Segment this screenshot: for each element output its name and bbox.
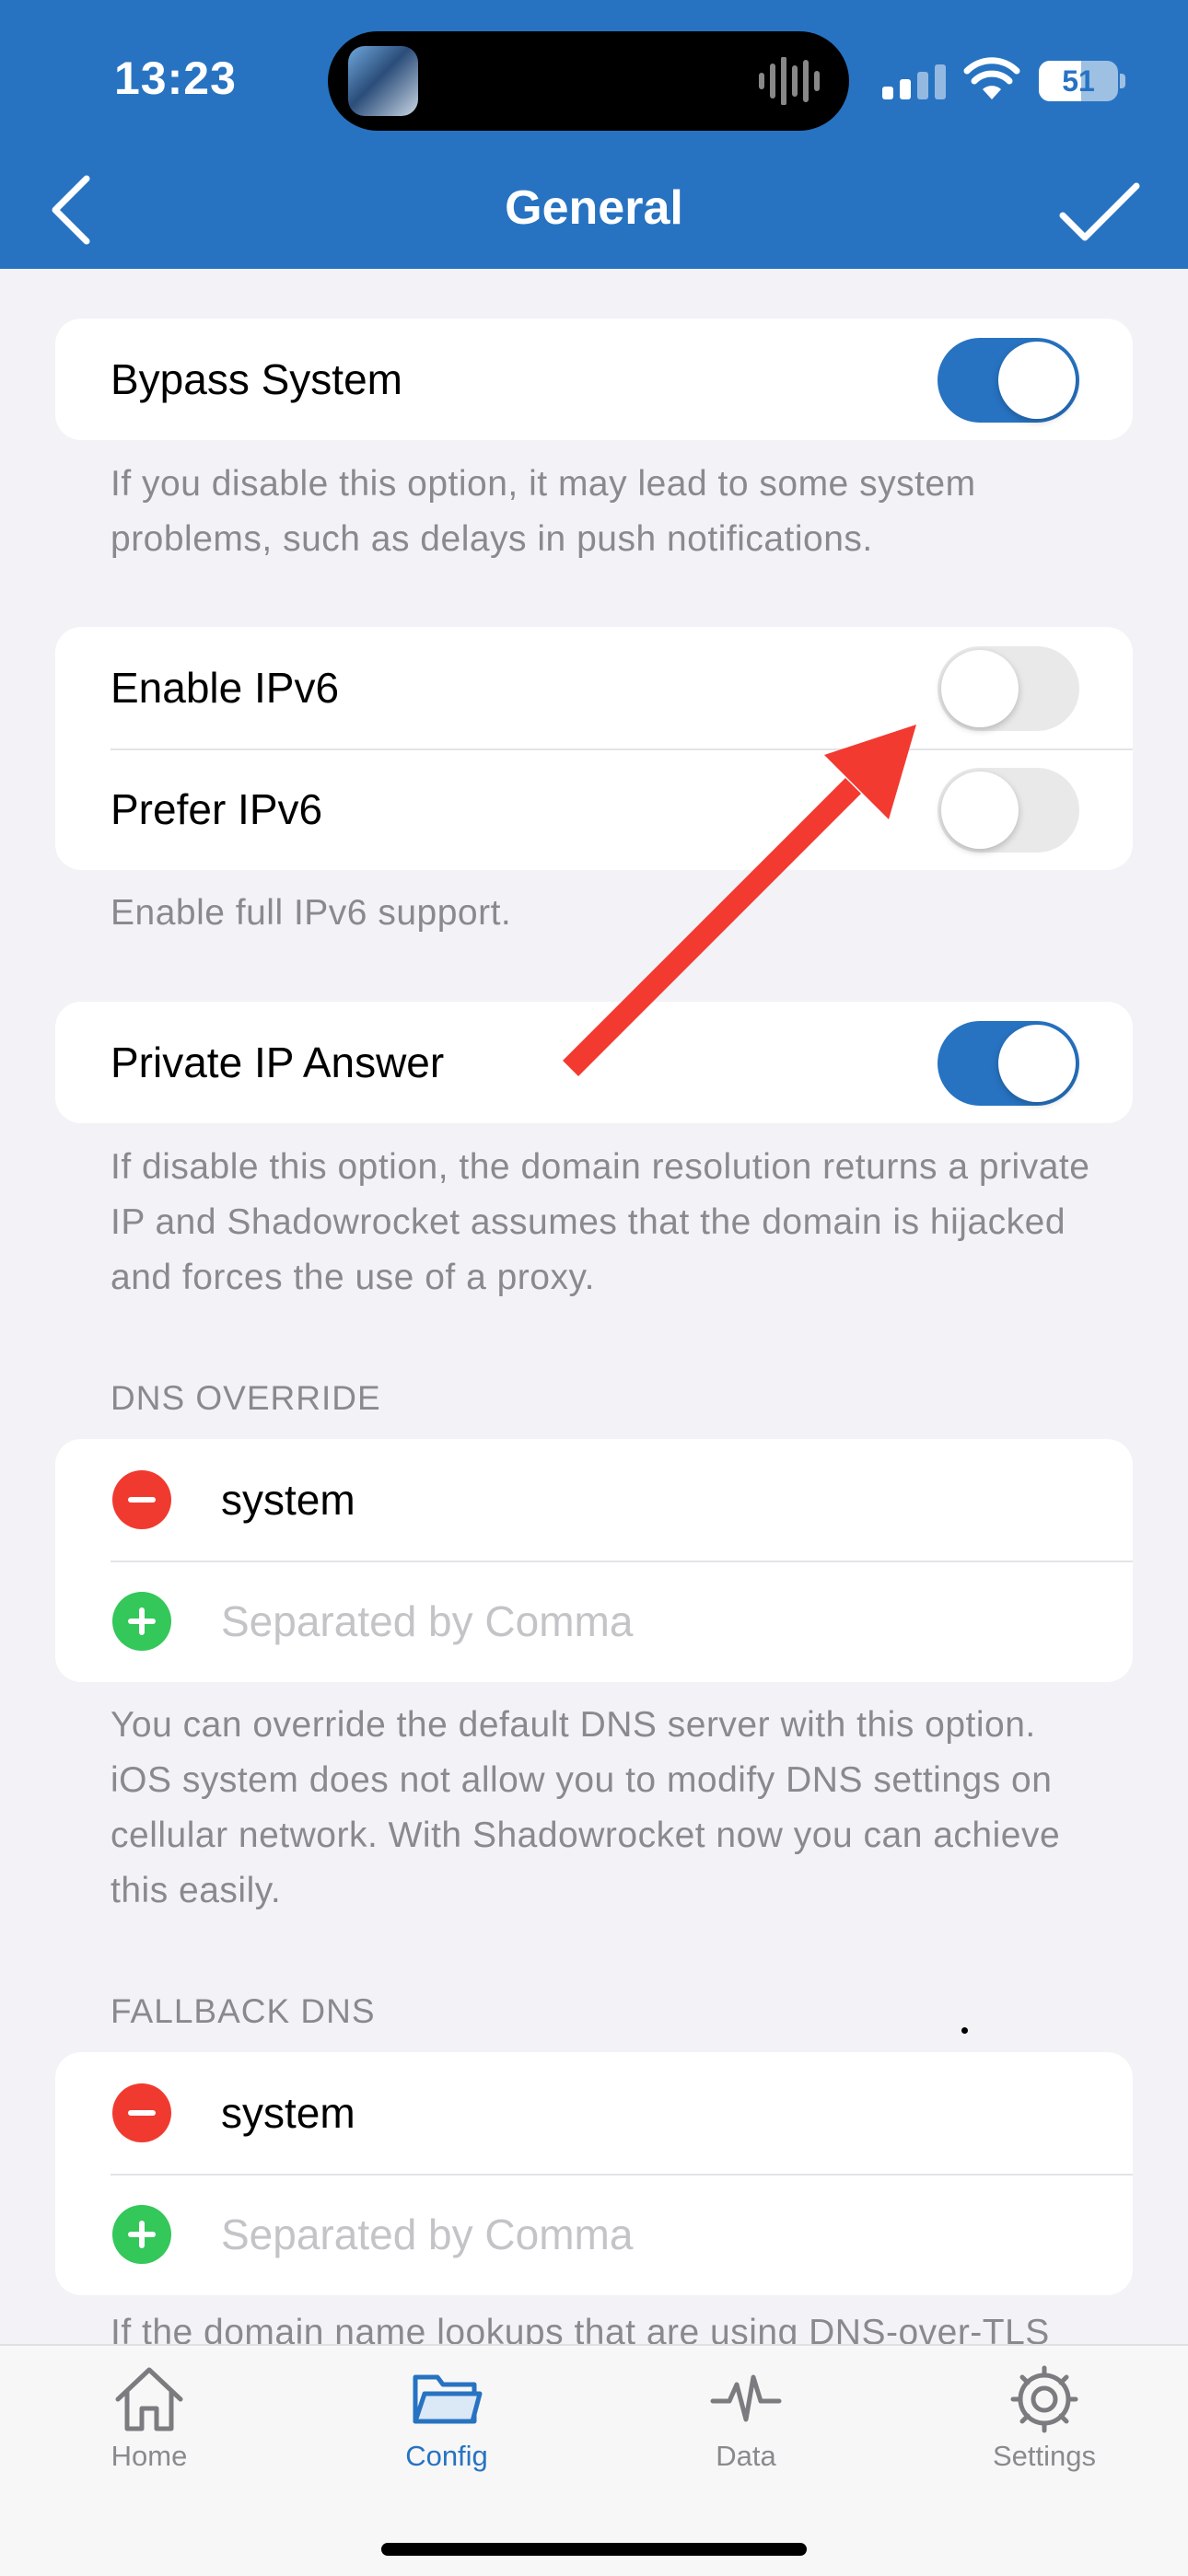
fallback-dns-header: FALLBACK DNS bbox=[111, 1992, 376, 2030]
annotation-arrow bbox=[563, 725, 916, 1076]
fallback-dns-footer: If the domain name lookups that are usin… bbox=[111, 2313, 1050, 2344]
home-indicator bbox=[381, 2543, 807, 2556]
fallback-dns-input[interactable]: Separated by Comma bbox=[221, 2174, 633, 2295]
add-dns-button[interactable] bbox=[112, 1592, 171, 1651]
dns-override-entry[interactable]: system bbox=[221, 1439, 355, 1561]
dns-override-add-row: Separated by Comma bbox=[55, 1561, 1133, 1682]
fallback-dns-entry[interactable]: system bbox=[221, 2052, 355, 2174]
tab-settings-label: Settings bbox=[992, 2440, 1096, 2472]
folder-icon bbox=[413, 2374, 483, 2424]
remove-fallback-dns-button[interactable] bbox=[112, 2083, 171, 2142]
tab-data[interactable]: Data bbox=[645, 2364, 847, 2473]
tab-home-label: Home bbox=[111, 2440, 188, 2472]
dns-override-entry-row: system bbox=[55, 1439, 1133, 1561]
fallback-dns-card: system Separated by Comma bbox=[55, 2052, 1133, 2295]
dns-override-header: DNS OVERRIDE bbox=[111, 1379, 381, 1417]
house-icon bbox=[115, 2367, 183, 2431]
tab-settings[interactable]: Settings bbox=[943, 2364, 1146, 2473]
dns-override-card: system Separated by Comma bbox=[55, 1439, 1133, 1682]
fallback-dns-entry-row: system bbox=[55, 2052, 1133, 2174]
remove-dns-button[interactable] bbox=[112, 1470, 171, 1529]
tab-config-label: Config bbox=[405, 2440, 488, 2472]
private-ip-footer: If disable this option, the domain resol… bbox=[111, 1147, 1090, 1297]
add-fallback-dns-button[interactable] bbox=[112, 2205, 171, 2264]
tab-config[interactable]: Config bbox=[345, 2364, 548, 2473]
pulse-icon bbox=[710, 2374, 782, 2422]
fallback-dns-add-row: Separated by Comma bbox=[55, 2174, 1133, 2295]
tab-home[interactable]: Home bbox=[48, 2364, 250, 2473]
gear-icon bbox=[1010, 2365, 1078, 2433]
tab-bar: Home Config Data Settings bbox=[0, 2344, 1188, 2576]
dns-override-input[interactable]: Separated by Comma bbox=[221, 1561, 633, 1682]
dns-override-footer: You can override the default DNS server … bbox=[111, 1705, 1061, 1910]
tab-data-label: Data bbox=[716, 2440, 776, 2472]
